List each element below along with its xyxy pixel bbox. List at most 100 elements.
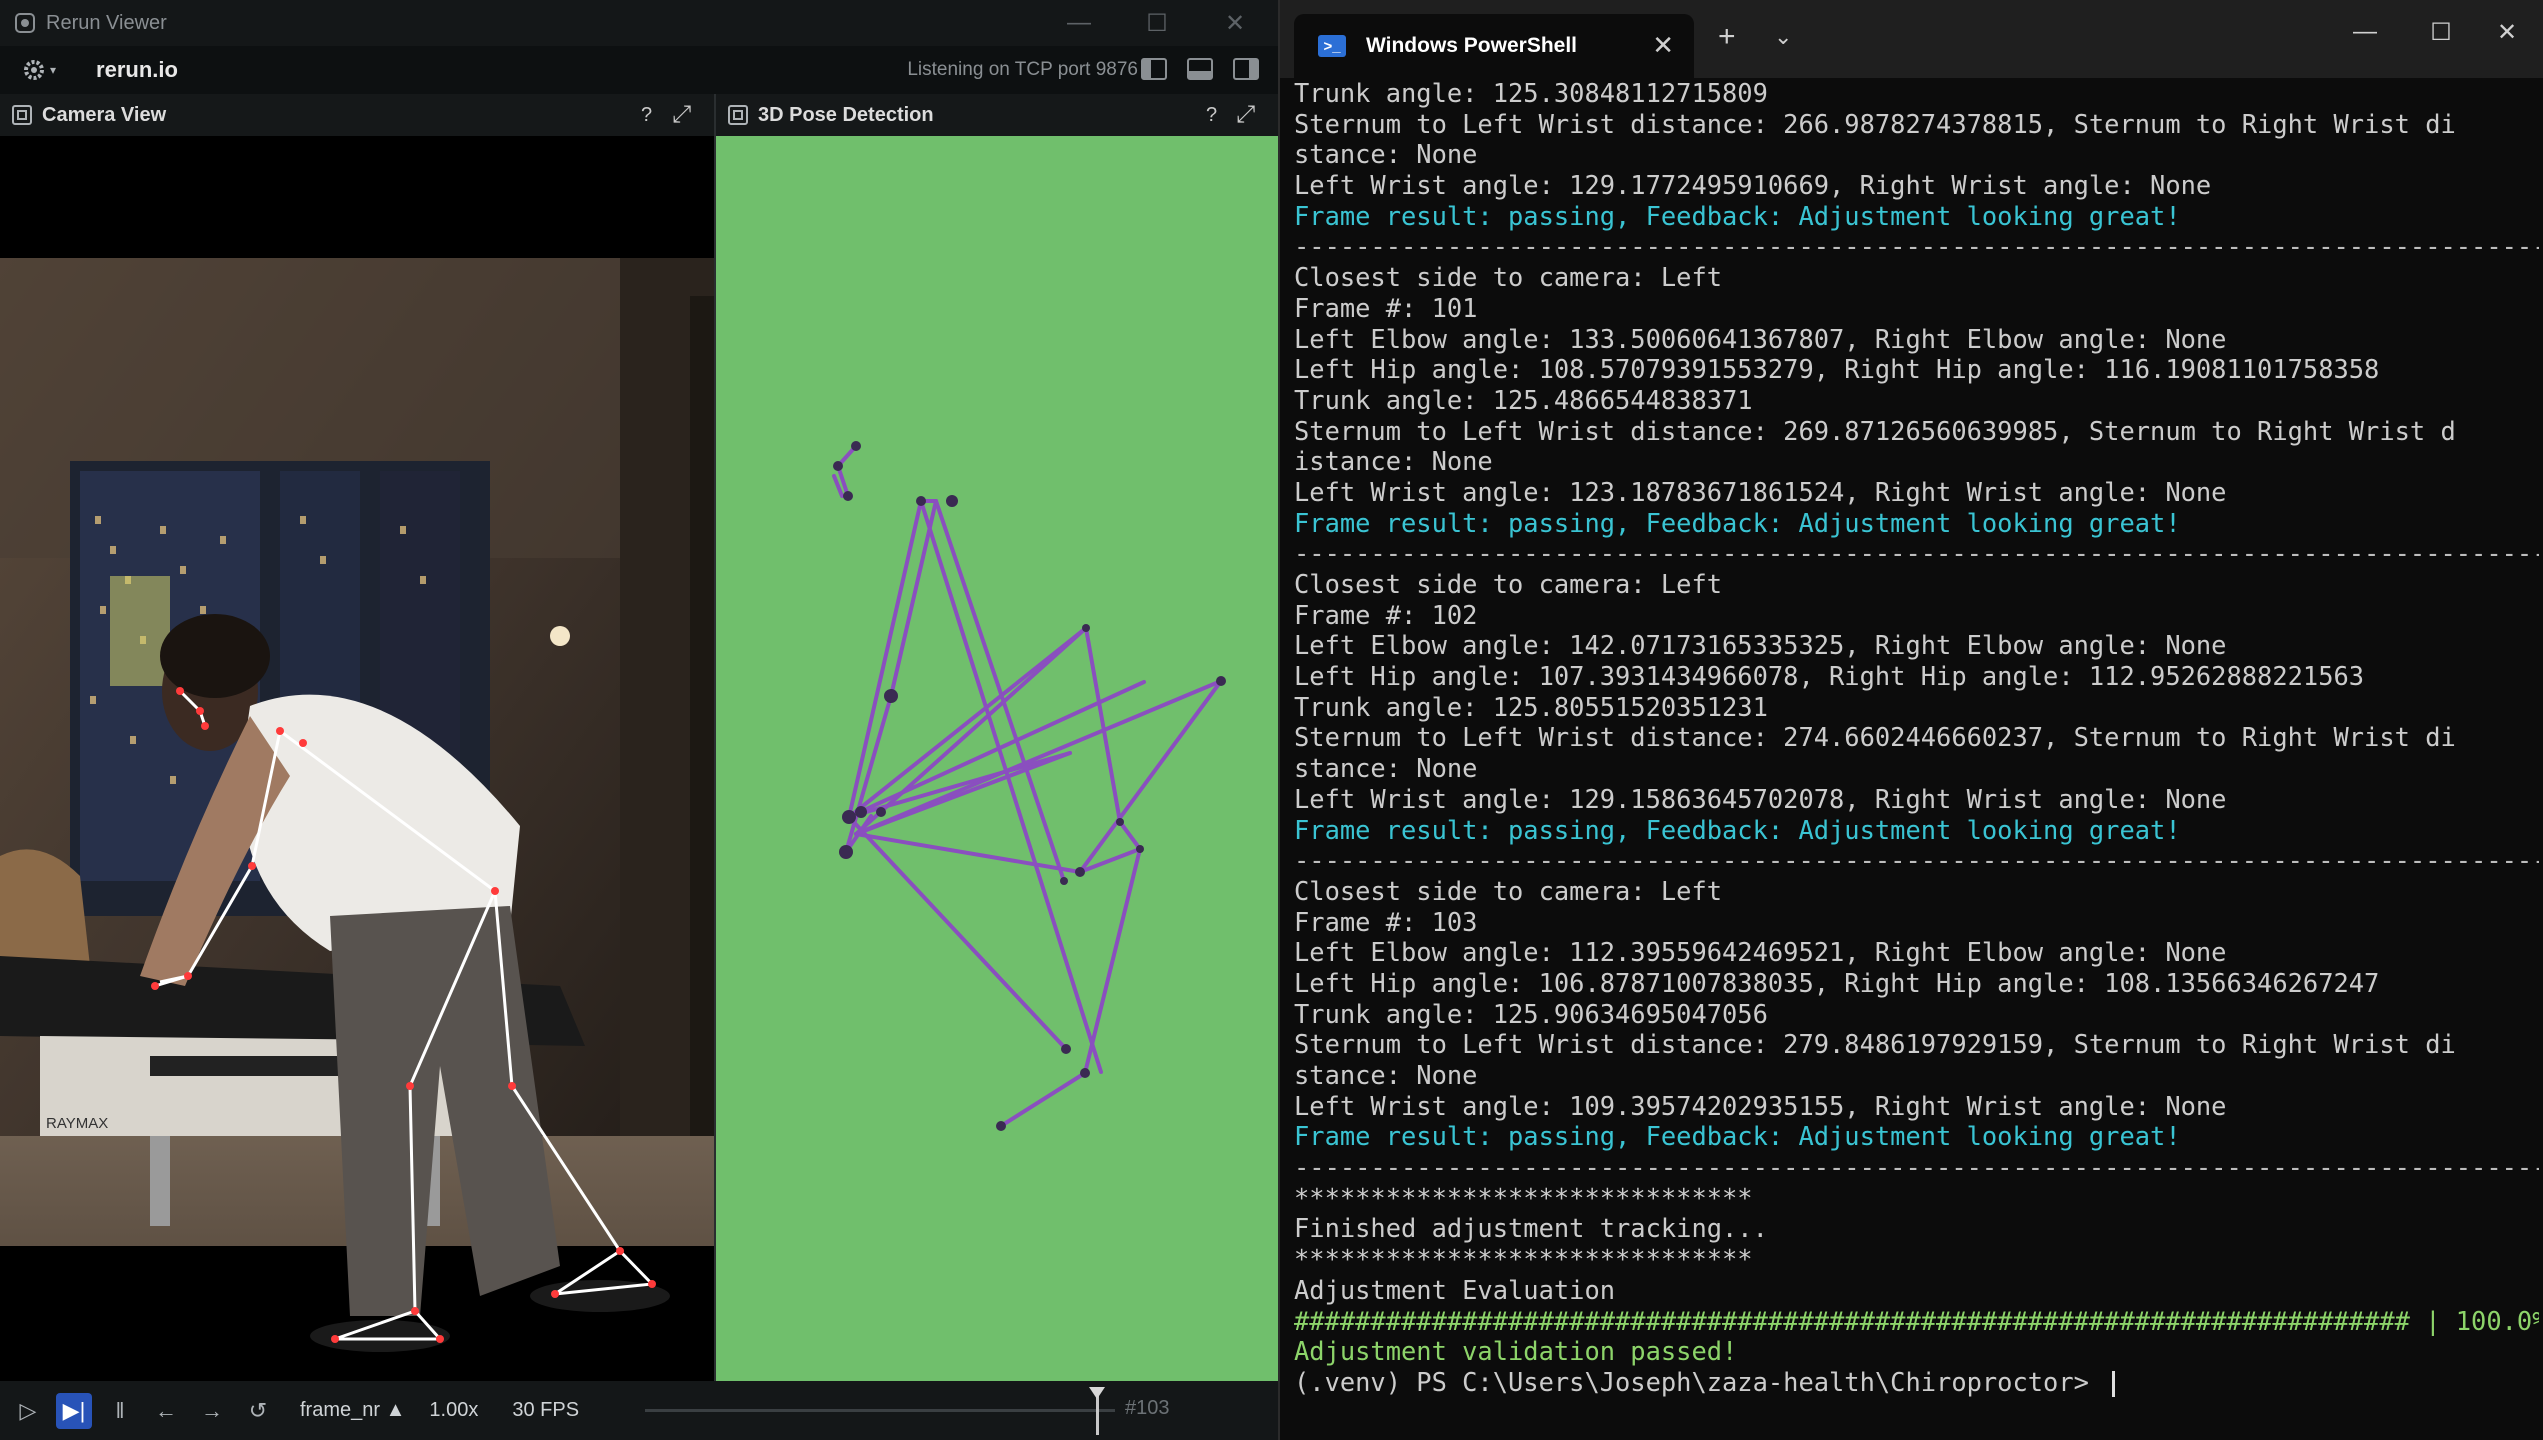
terminal-line: Sternum to Left Wrist distance: 274.6602… <box>1294 722 2456 753</box>
rerun-top-bar: ▾ rerun.io Listening on TCP port 9876 <box>0 46 1278 94</box>
terminal-line: Left Wrist angle: 129.15863645702078, Ri… <box>1294 783 2227 814</box>
terminal-line: Closest side to camera: Left <box>1294 569 1723 599</box>
camera-view-header[interactable]: Camera View ? ⤢ <box>0 94 714 136</box>
rerun-window: Rerun Viewer — ☐ ✕ ▾ rerun.io Listening … <box>0 0 1278 1440</box>
tab-dropdown-button[interactable]: ⌄ <box>1774 24 1792 50</box>
terminal-line: Trunk angle: 125.90634695047056 <box>1294 998 1768 1029</box>
pause-button[interactable]: ‖ <box>102 1393 138 1429</box>
terminal-line: Closest side to camera: Left <box>1294 262 1723 293</box>
minimize-button[interactable]: — <box>1040 0 1118 46</box>
fps-setting[interactable]: 30 FPS <box>512 1399 579 1422</box>
pose-view-header[interactable]: 3D Pose Detection ? ⤢ <box>716 94 1278 136</box>
powershell-icon: >_ <box>1318 35 1346 57</box>
terminal-line: Left Hip angle: 107.3931434966078, Right… <box>1294 661 2365 692</box>
command-prompt: (.venv) PS C:\Users\Joseph\zaza-health\C… <box>1294 1367 2539 1398</box>
chevron-down-icon: ▾ <box>50 63 57 77</box>
terminal-line: Left Elbow angle: 142.07173165335325, Ri… <box>1294 630 2227 661</box>
table-brand-text: RAYMAX <box>46 1115 108 1132</box>
terminal-line: istance: None <box>1294 446 1493 477</box>
terminal-line: Frame result: passing, Feedback: Adjustm… <box>1294 814 2181 845</box>
terminal-line: ****************************** <box>1294 1182 1753 1213</box>
minimize-button[interactable]: — <box>2327 14 2403 50</box>
toggle-right-panel-button[interactable] <box>1233 58 1259 80</box>
terminal-line: Left Elbow angle: 133.50060641367807, Ri… <box>1294 323 2227 354</box>
timeline-selector[interactable]: frame_nr ▲ <box>300 1399 405 1422</box>
terminal-line: Finished adjustment tracking... <box>1294 1213 1768 1244</box>
help-button[interactable]: ? <box>641 104 652 127</box>
playback-speed[interactable]: 1.00x <box>429 1399 478 1422</box>
terminal-line: Left Wrist angle: 129.1772495910669, Rig… <box>1294 170 2212 201</box>
terminal-line: Trunk angle: 125.4866544838371 <box>1294 384 1753 415</box>
terminal-line: Left Wrist angle: 123.18783671861524, Ri… <box>1294 476 2227 507</box>
close-tab-icon[interactable]: ✕ <box>1652 30 1674 61</box>
camera-view-image[interactable]: RAYMAX <box>0 136 714 1381</box>
terminal-line: Frame #: 103 <box>1294 906 1478 937</box>
tab-title: Windows PowerShell <box>1366 34 1578 57</box>
pause-icon: ‖ <box>115 1397 125 1423</box>
terminal-line: Frame result: passing, Feedback: Adjustm… <box>1294 1121 2181 1152</box>
terminal-line: ########################################… <box>1294 1305 2539 1336</box>
terminal-line: ----------------------------------------… <box>1294 231 2539 262</box>
close-button[interactable]: ✕ <box>2469 14 2543 50</box>
maximize-button[interactable]: ☐ <box>1118 0 1196 46</box>
rerun-titlebar: Rerun Viewer — ☐ ✕ <box>0 0 1278 46</box>
maximize-button[interactable]: ☐ <box>2403 14 2479 50</box>
terminal-line: Frame #: 102 <box>1294 599 1478 630</box>
playback-bar: ▷ ▶| ‖ ← → ↺ frame_nr ▲ 1.00x 30 FPS #10… <box>0 1381 1278 1440</box>
camera-frame: RAYMAX <box>0 258 714 1381</box>
terminal-line: Trunk angle: 125.80551520351231 <box>1294 691 1768 722</box>
rerun-window-title: Rerun Viewer <box>46 11 167 34</box>
new-tab-button[interactable]: + <box>1718 20 1736 54</box>
pose-3d-viewport[interactable] <box>716 136 1278 1381</box>
terminal-output[interactable]: Trunk angle: 125.30848112715809 Sternum t… <box>1294 78 2539 1398</box>
terminal-line: Left Wrist angle: 109.39574202935155, Ri… <box>1294 1090 2227 1121</box>
maximize-panel-icon[interactable]: ⤢ <box>672 101 691 129</box>
follow-button[interactable]: ▶| <box>56 1392 92 1429</box>
rerun-app-icon <box>15 13 35 33</box>
terminal-line: Adjustment validation passed! <box>1294 1336 1738 1367</box>
step-back-button[interactable]: ← <box>148 1393 184 1429</box>
help-button[interactable]: ? <box>1206 104 1217 127</box>
terminal-line: Left Hip angle: 106.87871007838035, Righ… <box>1294 967 2380 998</box>
left-panel-icon <box>1143 60 1151 78</box>
text-cursor <box>2112 1370 2116 1397</box>
timeline-cursor[interactable] <box>1089 1387 1105 1435</box>
terminal-line: ----------------------------------------… <box>1294 1152 2539 1183</box>
play-icon: ▷ <box>19 1397 37 1423</box>
bottom-panel-icon <box>1189 71 1211 78</box>
tab-windows-powershell[interactable]: >_ Windows PowerShell ✕ <box>1294 14 1694 78</box>
terminal-line: Frame result: passing, Feedback: Adjustm… <box>1294 200 2181 231</box>
terminal-line: Left Hip angle: 108.57079391553279, Righ… <box>1294 354 2380 385</box>
arrow-right-icon: → <box>201 1397 223 1423</box>
step-forward-button[interactable]: → <box>194 1393 230 1429</box>
terminal-line: stance: None <box>1294 753 1478 784</box>
terminal-tab-bar: >_ Windows PowerShell ✕ + ⌄ — ☐ ✕ <box>1280 0 2543 78</box>
terminal-line: Closest side to camera: Left <box>1294 875 1723 906</box>
pose-view-title: 3D Pose Detection <box>758 103 934 126</box>
gear-icon <box>24 60 44 80</box>
toggle-left-panel-button[interactable] <box>1141 58 1167 80</box>
terminal-line: ****************************** <box>1294 1244 1753 1275</box>
loop-button[interactable]: ↺ <box>240 1393 276 1429</box>
brand-link[interactable]: rerun.io <box>96 57 178 83</box>
rerun-menu-button[interactable]: ▾ <box>22 58 56 82</box>
close-button[interactable]: ✕ <box>1196 0 1274 46</box>
maximize-panel-icon[interactable]: ⤢ <box>1236 101 1255 129</box>
terminal-line: Frame result: passing, Feedback: Adjustm… <box>1294 507 2181 538</box>
terminal-line: Sternum to Left Wrist distance: 266.9878… <box>1294 108 2456 139</box>
powershell-window: >_ Windows PowerShell ✕ + ⌄ — ☐ ✕ Trunk … <box>1278 0 2543 1440</box>
play-button[interactable]: ▷ <box>10 1393 46 1429</box>
follow-icon: ▶| <box>62 1397 86 1423</box>
toggle-bottom-panel-button[interactable] <box>1187 58 1213 80</box>
camera-view-title: Camera View <box>42 103 167 126</box>
spatial-view-icon <box>728 105 748 125</box>
terminal-line: Adjustment Evaluation <box>1294 1274 1616 1305</box>
terminal-line: Sternum to Left Wrist distance: 279.8486… <box>1294 1029 2456 1060</box>
current-frame: #103 <box>1125 1397 1170 1419</box>
terminal-line: Sternum to Left Wrist distance: 269.8712… <box>1294 415 2456 446</box>
pose-3d-skeleton <box>832 441 1226 1131</box>
connection-status: Listening on TCP port 9876 <box>907 59 1138 80</box>
terminal-line: stance: None <box>1294 1060 1478 1090</box>
arrow-left-icon: ← <box>155 1397 177 1423</box>
timeline-track[interactable] <box>645 1409 1115 1412</box>
